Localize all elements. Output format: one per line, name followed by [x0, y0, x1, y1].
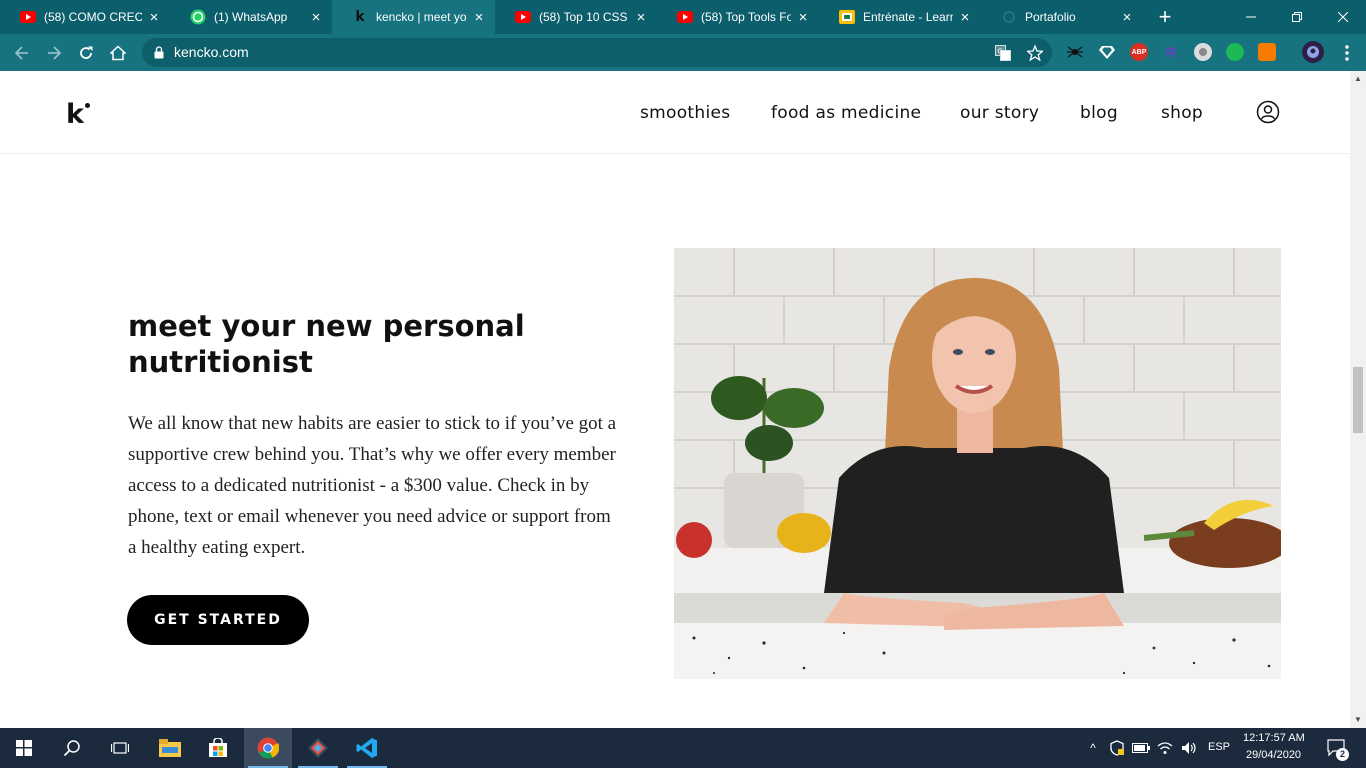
- tab-title: Portafolio: [1025, 10, 1076, 24]
- nav-link-smoothies[interactable]: smoothies: [640, 103, 730, 123]
- search-icon[interactable]: [48, 728, 96, 768]
- gitkraken-icon[interactable]: [294, 728, 342, 768]
- browser-tab-3-active[interactable]: k kencko | meet your ×: [332, 0, 495, 34]
- start-button[interactable]: [0, 728, 48, 768]
- youtube-icon: [515, 9, 531, 25]
- browser-tab-strip: (58) COMO CRECER × (1) WhatsApp × k kenc…: [0, 0, 1366, 34]
- close-tab-icon[interactable]: ×: [146, 9, 162, 26]
- close-tab-icon[interactable]: ×: [957, 9, 973, 26]
- page-scrollbar[interactable]: ▲ ▼: [1350, 71, 1366, 728]
- tab-title: (58) COMO CRECER: [44, 10, 142, 24]
- hero-headline: meet your new personal nutritionist: [128, 309, 525, 379]
- browser-tab-5[interactable]: (58) Top Tools For ×: [657, 0, 819, 34]
- wifi-icon[interactable]: [1155, 738, 1175, 758]
- browser-tab-2[interactable]: (1) WhatsApp ×: [170, 0, 332, 34]
- input-language[interactable]: ESP: [1208, 741, 1230, 753]
- circle-extension-icon[interactable]: [1194, 43, 1212, 61]
- clock-time[interactable]: 12:17:57 AM: [1243, 732, 1305, 744]
- browser-tab-7[interactable]: Portafolio ×: [981, 0, 1143, 34]
- task-view-icon[interactable]: [96, 728, 144, 768]
- get-started-button[interactable]: GET STARTED: [127, 595, 309, 645]
- page-icon: [1001, 9, 1017, 25]
- show-hidden-icons-icon[interactable]: ^: [1083, 738, 1103, 758]
- youtube-icon: [677, 9, 693, 25]
- close-tab-icon[interactable]: ×: [308, 9, 324, 26]
- scroll-down-icon[interactable]: ▼: [1354, 716, 1362, 724]
- account-icon[interactable]: [1256, 100, 1280, 129]
- tab-title: (1) WhatsApp: [214, 10, 288, 24]
- url-text: kencko.com: [174, 44, 249, 60]
- logo-dot: [85, 103, 90, 108]
- browser-tab-1[interactable]: (58) COMO CRECER ×: [0, 0, 170, 34]
- restore-button[interactable]: [1274, 0, 1320, 34]
- browser-tab-4[interactable]: (58) Top 10 CSS Tr ×: [495, 0, 657, 34]
- tab-title: (58) Top Tools For: [701, 10, 791, 24]
- scroll-thumb[interactable]: [1353, 367, 1363, 433]
- whatsapp-icon: [190, 9, 206, 25]
- diamond-extension-icon[interactable]: [1098, 43, 1116, 61]
- microsoft-store-icon[interactable]: [194, 728, 242, 768]
- close-tab-icon[interactable]: ×: [1119, 9, 1135, 26]
- chrome-taskbar-icon[interactable]: [244, 728, 292, 768]
- nav-link-shop[interactable]: shop: [1161, 103, 1203, 123]
- close-window-button[interactable]: [1320, 0, 1366, 34]
- volume-icon[interactable]: [1179, 738, 1199, 758]
- nutritionist-photo: [674, 248, 1281, 679]
- tab-title: (58) Top 10 CSS Tr: [539, 10, 629, 24]
- hero-body-text: We all know that new habits are easier t…: [128, 413, 617, 558]
- profile-avatar[interactable]: [1302, 41, 1324, 63]
- youtube-icon: [20, 9, 36, 25]
- scroll-up-icon[interactable]: ▲: [1354, 75, 1362, 83]
- security-tray-icon[interactable]: [1107, 738, 1127, 758]
- translate-icon[interactable]: G: [994, 44, 1012, 62]
- vscode-icon[interactable]: [343, 728, 391, 768]
- kencko-icon: k: [355, 9, 365, 25]
- close-tab-icon[interactable]: ×: [633, 9, 649, 26]
- notification-count-badge: 2: [1336, 748, 1349, 761]
- google-classroom-icon: [839, 9, 855, 25]
- tab-title: Entrénate - Learnin: [863, 10, 953, 24]
- close-tab-icon[interactable]: ×: [795, 9, 811, 26]
- file-explorer-icon[interactable]: [146, 728, 194, 768]
- site-header: k smoothies food as medicine our story b…: [0, 71, 1350, 154]
- close-tab-icon[interactable]: ×: [471, 9, 487, 26]
- battery-icon[interactable]: [1131, 738, 1151, 758]
- spider-extension-icon[interactable]: [1066, 43, 1084, 61]
- adblock-extension-icon[interactable]: ABP: [1130, 43, 1148, 61]
- bookmark-star-icon[interactable]: [1026, 44, 1044, 62]
- back-button[interactable]: [9, 40, 35, 66]
- home-button[interactable]: [105, 40, 131, 66]
- browser-menu-icon[interactable]: [1334, 40, 1360, 66]
- browser-tab-6[interactable]: Entrénate - Learnin ×: [819, 0, 981, 34]
- nav-link-blog[interactable]: blog: [1080, 103, 1118, 123]
- new-tab-button[interactable]: +: [1152, 4, 1178, 30]
- nav-link-food-as-medicine[interactable]: food as medicine: [771, 103, 921, 123]
- tab-title: kencko | meet your: [376, 10, 467, 24]
- nav-link-our-story[interactable]: our story: [960, 103, 1039, 123]
- svg-text:G: G: [998, 48, 1003, 56]
- forward-button[interactable]: [41, 40, 67, 66]
- green-extension-icon[interactable]: [1226, 43, 1244, 61]
- address-bar[interactable]: kencko.com G: [142, 38, 1052, 67]
- windows-taskbar: ^ ESP 12:17:57 AM 29/04/2020 2: [0, 728, 1366, 768]
- minimize-button[interactable]: [1228, 0, 1274, 34]
- kencko-logo[interactable]: k: [66, 99, 84, 130]
- orange-extension-icon[interactable]: [1258, 43, 1276, 61]
- browser-toolbar: kencko.com G ABP R: [0, 34, 1366, 71]
- lock-icon: [154, 46, 164, 64]
- clock-date[interactable]: 29/04/2020: [1246, 749, 1301, 761]
- r-extension-icon[interactable]: R: [1162, 43, 1180, 61]
- reload-button[interactable]: [73, 40, 99, 66]
